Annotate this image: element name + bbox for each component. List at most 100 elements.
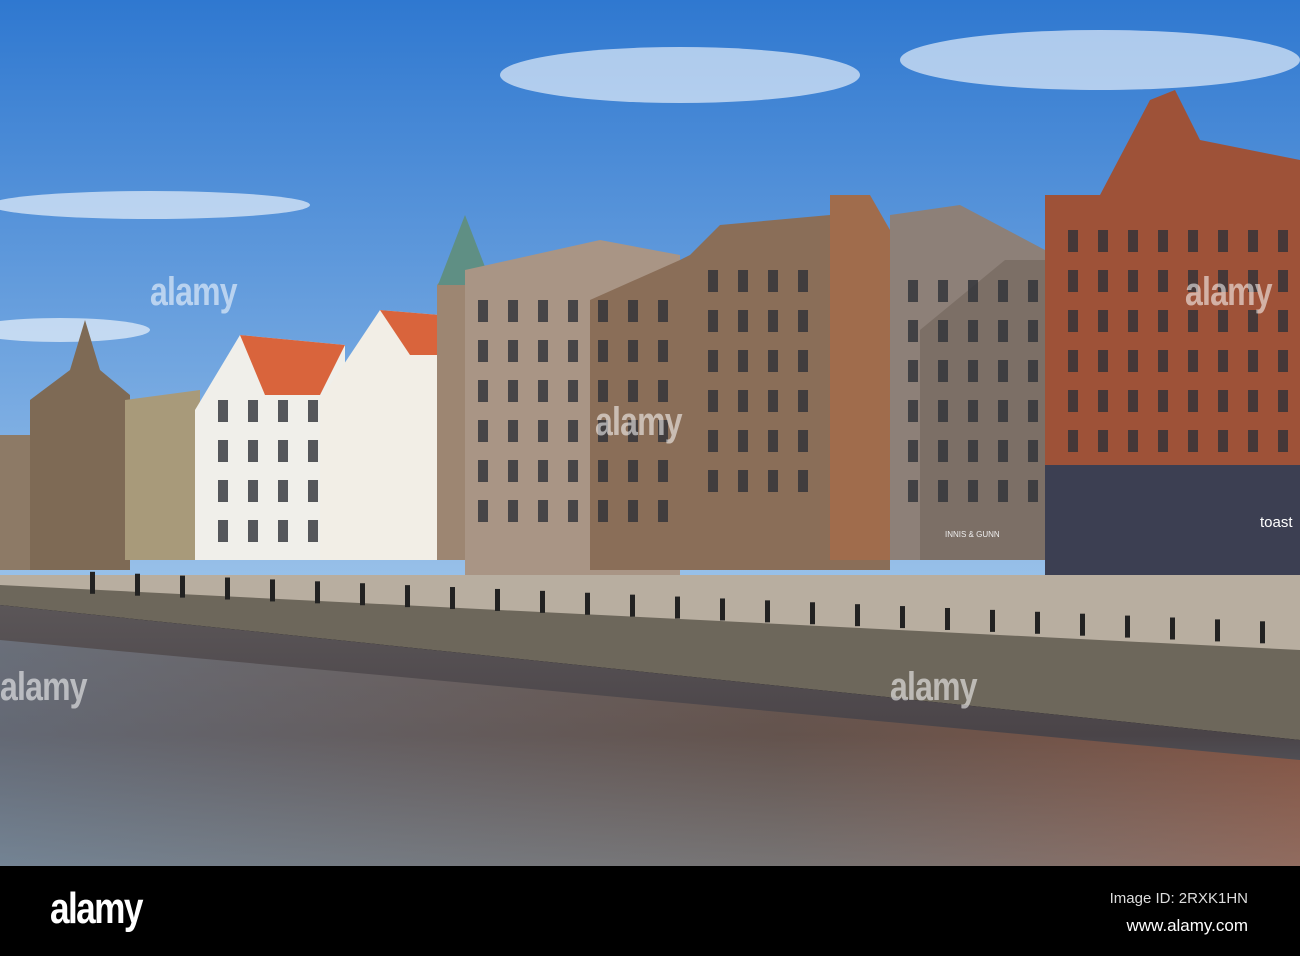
window bbox=[478, 500, 488, 522]
window bbox=[908, 440, 918, 462]
window bbox=[278, 520, 288, 542]
window bbox=[478, 460, 488, 482]
window bbox=[1218, 230, 1228, 252]
window bbox=[768, 310, 778, 332]
window bbox=[508, 420, 518, 442]
window bbox=[738, 390, 748, 412]
window bbox=[798, 350, 808, 372]
window bbox=[1098, 430, 1108, 452]
watermark: alamy bbox=[890, 665, 978, 709]
window bbox=[568, 500, 578, 522]
window bbox=[1218, 390, 1228, 412]
bollard bbox=[180, 575, 185, 598]
window bbox=[658, 460, 668, 482]
window bbox=[478, 380, 488, 402]
window bbox=[738, 350, 748, 372]
window bbox=[998, 440, 1008, 462]
window bbox=[658, 340, 668, 362]
window bbox=[708, 270, 718, 292]
window bbox=[738, 270, 748, 292]
window bbox=[218, 440, 228, 462]
window bbox=[1098, 270, 1108, 292]
bollard bbox=[1170, 617, 1175, 640]
window bbox=[768, 470, 778, 492]
window bbox=[308, 480, 318, 502]
window bbox=[1128, 430, 1138, 452]
window bbox=[1278, 230, 1288, 252]
window bbox=[508, 500, 518, 522]
window bbox=[568, 460, 578, 482]
window bbox=[1068, 230, 1078, 252]
bollard bbox=[720, 598, 725, 621]
footer-bar: alamy Image ID: 2RXK1HN www.alamy.com bbox=[0, 866, 1300, 956]
window bbox=[1248, 390, 1258, 412]
window bbox=[798, 270, 808, 292]
watermark: alamy bbox=[1185, 270, 1273, 314]
window bbox=[798, 310, 808, 332]
window bbox=[278, 480, 288, 502]
window bbox=[1158, 390, 1168, 412]
window bbox=[1218, 430, 1228, 452]
window bbox=[478, 420, 488, 442]
window bbox=[1028, 360, 1038, 382]
window bbox=[798, 470, 808, 492]
window bbox=[908, 480, 918, 502]
window bbox=[968, 280, 978, 302]
bollard bbox=[945, 607, 950, 630]
window bbox=[1028, 280, 1038, 302]
bollard bbox=[450, 587, 455, 610]
bollard bbox=[675, 596, 680, 619]
window bbox=[628, 300, 638, 322]
window bbox=[738, 470, 748, 492]
bollard bbox=[1035, 611, 1040, 634]
alamy-logo[interactable]: alamy bbox=[50, 884, 143, 934]
window bbox=[248, 520, 258, 542]
window bbox=[508, 300, 518, 322]
window bbox=[1218, 350, 1228, 372]
window bbox=[708, 310, 718, 332]
bollard bbox=[315, 581, 320, 604]
window bbox=[768, 430, 778, 452]
window bbox=[738, 430, 748, 452]
window bbox=[248, 400, 258, 422]
window bbox=[568, 340, 578, 362]
cafe-sign: toast bbox=[1260, 514, 1293, 531]
window bbox=[768, 270, 778, 292]
window bbox=[1278, 430, 1288, 452]
bollard bbox=[270, 579, 275, 602]
window bbox=[938, 320, 948, 342]
window bbox=[658, 300, 668, 322]
window bbox=[628, 460, 638, 482]
window bbox=[658, 500, 668, 522]
window bbox=[1128, 270, 1138, 292]
window bbox=[1158, 310, 1168, 332]
window bbox=[938, 360, 948, 382]
watermark: alamy bbox=[150, 270, 238, 314]
window bbox=[908, 320, 918, 342]
window bbox=[628, 500, 638, 522]
bollard bbox=[630, 594, 635, 617]
bollard bbox=[1080, 613, 1085, 636]
bollard bbox=[360, 583, 365, 606]
window bbox=[598, 380, 608, 402]
window bbox=[938, 400, 948, 422]
window bbox=[938, 280, 948, 302]
window bbox=[1128, 310, 1138, 332]
window bbox=[768, 350, 778, 372]
window bbox=[968, 360, 978, 382]
site-url[interactable]: www.alamy.com bbox=[1126, 916, 1248, 936]
window bbox=[1068, 390, 1078, 412]
window bbox=[968, 400, 978, 422]
window bbox=[598, 500, 608, 522]
window bbox=[1278, 350, 1288, 372]
bollard bbox=[540, 590, 545, 613]
window bbox=[538, 380, 548, 402]
window bbox=[798, 390, 808, 412]
window bbox=[1248, 230, 1258, 252]
window bbox=[938, 480, 948, 502]
window bbox=[628, 380, 638, 402]
bollard bbox=[405, 585, 410, 608]
window bbox=[738, 310, 748, 332]
window bbox=[538, 340, 548, 362]
window bbox=[1098, 350, 1108, 372]
